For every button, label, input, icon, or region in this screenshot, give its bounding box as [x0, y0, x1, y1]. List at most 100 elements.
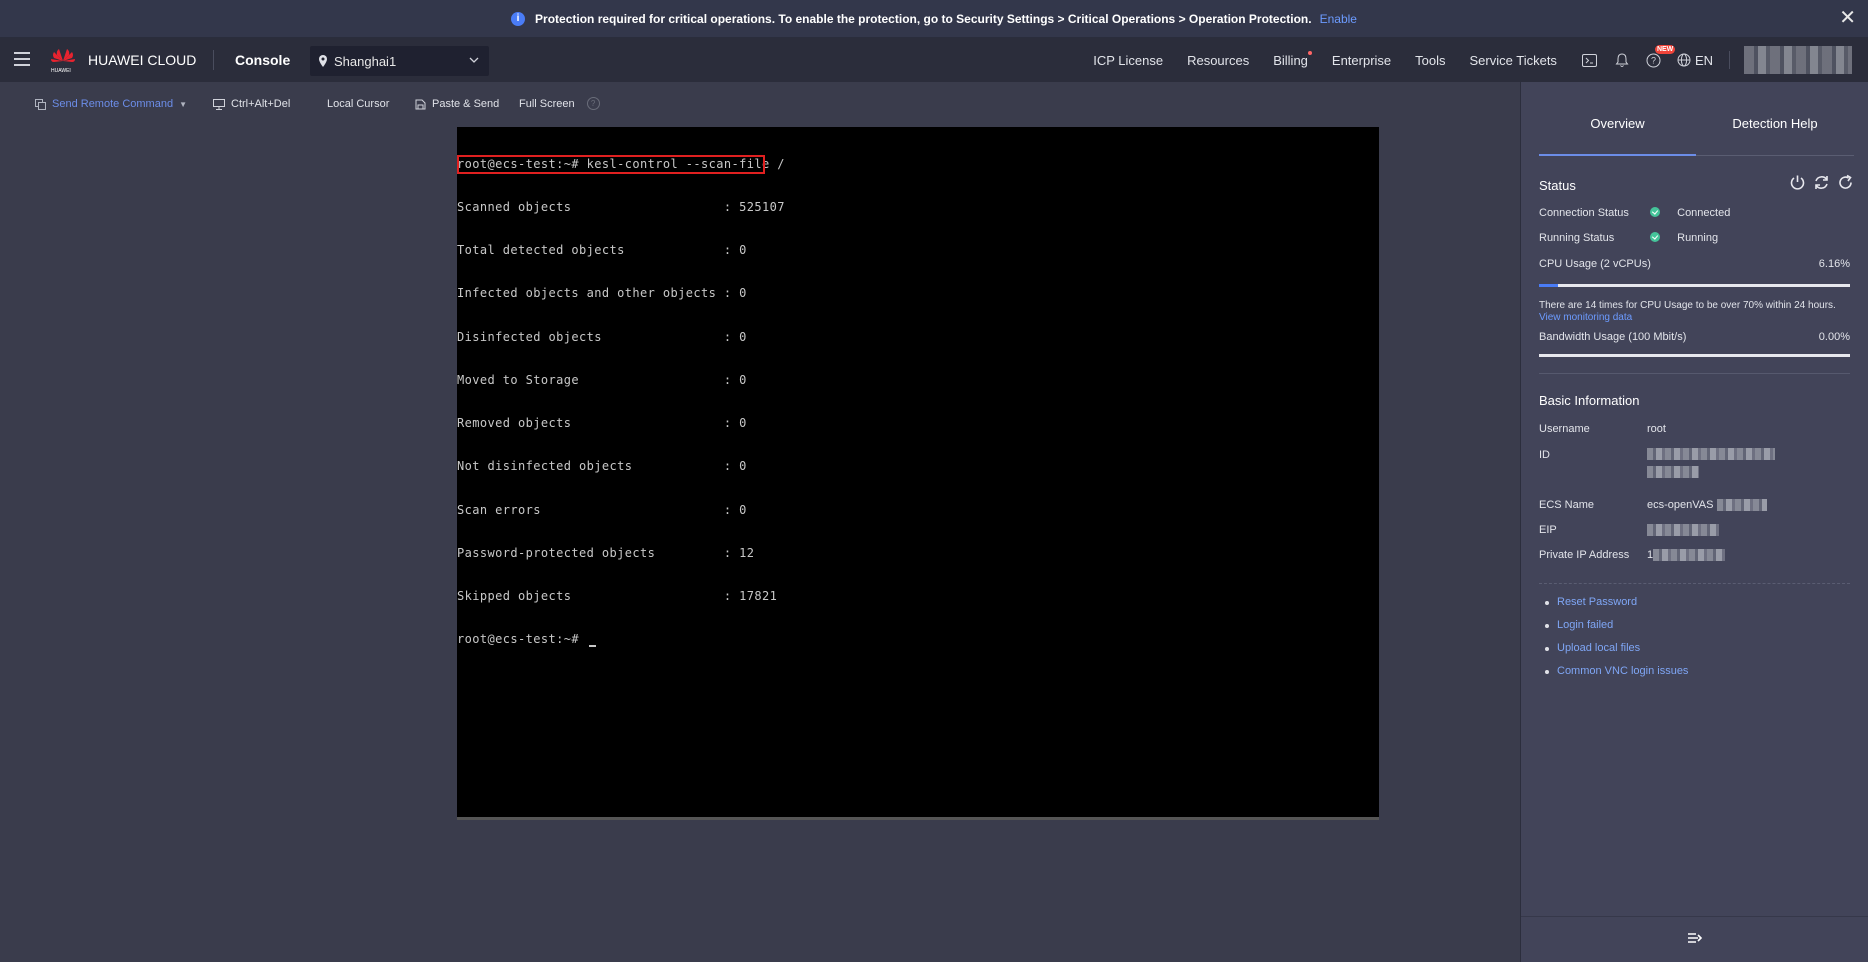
paste-send-label: Paste & Send — [432, 98, 500, 110]
ctrl-alt-del-label: Ctrl+Alt+Del — [231, 98, 291, 110]
menu-icon[interactable] — [14, 52, 30, 66]
language-label: EN — [1694, 52, 1713, 68]
notice-text: Protection required for critical operati… — [535, 11, 1312, 26]
chevron-down-icon — [469, 57, 479, 63]
ecs-name-value: ecs-openVAS — [1647, 499, 1767, 512]
nav-icp-license[interactable]: ICP License — [1093, 53, 1163, 68]
terminal-line: Disinfected objects : 0 — [457, 329, 747, 344]
vnc-terminal[interactable]: root@ecs-test:~# kesl-control --scan-fil… — [457, 127, 1379, 820]
nav-tools[interactable]: Tools — [1415, 53, 1445, 68]
cloud-shell-icon[interactable] — [1581, 51, 1599, 69]
region-selector[interactable]: Shanghai1 — [310, 46, 489, 76]
terminal-prompt-line: root@ecs-test:~# — [457, 632, 785, 647]
power-icon[interactable] — [1789, 174, 1806, 196]
bell-icon[interactable] — [1613, 51, 1631, 69]
reset-password-link[interactable]: Reset Password — [1545, 596, 1688, 608]
paste-icon — [415, 99, 426, 109]
running-status-label: Running Status — [1539, 232, 1615, 244]
cpu-usage-bar — [1539, 284, 1850, 287]
basic-info-title: Basic Information — [1539, 393, 1640, 408]
section-divider — [1539, 373, 1850, 374]
close-icon[interactable]: ✕ — [1839, 8, 1856, 28]
full-screen-button[interactable]: Full Screen ? — [519, 97, 600, 110]
help-links: Reset Password Login failed Upload local… — [1545, 596, 1688, 688]
notification-dot — [1307, 50, 1312, 55]
monitor-icon — [213, 98, 225, 110]
console-link[interactable]: Console — [235, 52, 290, 68]
status-actions — [1782, 174, 1854, 196]
nav-enterprise[interactable]: Enterprise — [1332, 53, 1391, 68]
cpu-usage-label: CPU Usage (2 vCPUs) — [1539, 258, 1651, 270]
terminal-line: Infected objects and other objects : 0 — [457, 286, 747, 301]
caret-down-icon: ▼ — [179, 99, 187, 109]
location-pin-icon — [319, 55, 327, 67]
terminal-prompt: root@ecs-test:~# — [457, 632, 587, 647]
region-name: Shanghai1 — [334, 53, 397, 69]
login-failed-link[interactable]: Login failed — [1545, 619, 1688, 631]
username-value: root — [1647, 423, 1666, 435]
language-selector[interactable]: EN — [1677, 53, 1713, 68]
redacted-block — [1647, 524, 1719, 537]
info-icon: i — [511, 11, 526, 26]
id-value-redacted — [1647, 448, 1775, 479]
redacted-block — [1647, 466, 1699, 479]
side-panel: Overview Detection Help Status Connectio… — [1520, 82, 1868, 962]
local-cursor-button[interactable]: Local Cursor — [327, 98, 389, 110]
bandwidth-usage-bar — [1539, 354, 1850, 357]
nav-billing[interactable]: Billing — [1273, 50, 1312, 68]
panel-footer — [1521, 916, 1868, 962]
username-label: Username — [1539, 423, 1590, 435]
redacted-block — [1647, 448, 1775, 461]
terminal-line: Skipped objects : 17821 — [457, 589, 778, 603]
tab-overview[interactable]: Overview — [1539, 116, 1696, 131]
active-tab-indicator — [1539, 154, 1696, 156]
header-nav: ICP License Resources Billing Enterprise… — [1093, 38, 1868, 82]
redacted-block — [1716, 499, 1767, 512]
redacted-block — [1653, 549, 1726, 562]
restart-icon[interactable] — [1813, 174, 1830, 196]
account-name-redacted[interactable] — [1744, 46, 1852, 74]
terminal-line: Scanned objects : 525107 — [457, 200, 785, 215]
terminal-line: Moved to Storage : 0 — [457, 372, 747, 387]
status-title: Status — [1539, 178, 1576, 193]
bandwidth-usage-row: Bandwidth Usage (100 Mbit/s) 0.00% — [1539, 331, 1850, 343]
help-icon[interactable]: ? NEW — [1645, 45, 1676, 69]
terminal-output: root@ecs-test:~# kesl-control --scan-fil… — [457, 128, 785, 675]
collapse-panel-icon[interactable] — [1687, 931, 1703, 949]
nav-billing-label: Billing — [1273, 52, 1308, 68]
paste-send-button[interactable]: Paste & Send — [415, 98, 499, 110]
nav-resources[interactable]: Resources — [1187, 53, 1249, 68]
terminal-line: Total detected objects : 0 — [457, 243, 747, 258]
vnc-login-issues-link[interactable]: Common VNC login issues — [1545, 665, 1688, 677]
send-remote-command-label: Send Remote Command — [52, 98, 174, 110]
nav-service-tickets[interactable]: Service Tickets — [1470, 53, 1557, 68]
top-header: HUAWEI HUAWEI CLOUD Console Shanghai1 IC… — [0, 38, 1868, 82]
ctrl-alt-del-button[interactable]: Ctrl+Alt+Del — [213, 98, 290, 110]
eip-label: EIP — [1539, 524, 1557, 536]
id-label: ID — [1539, 449, 1550, 461]
local-cursor-label: Local Cursor — [327, 98, 390, 110]
new-badge: NEW — [1654, 45, 1676, 54]
refresh-icon[interactable] — [1837, 174, 1854, 196]
bandwidth-usage-value: 0.00% — [1818, 331, 1850, 343]
brand-name[interactable]: HUAWEI CLOUD — [88, 52, 196, 68]
tab-detection-help[interactable]: Detection Help — [1696, 116, 1854, 131]
running-status-row: Running Status Running — [1539, 232, 1718, 244]
send-remote-command-button[interactable]: Send Remote Command ▼ — [35, 98, 187, 110]
cpu-usage-note: There are 14 times for CPU Usage to be o… — [1539, 300, 1850, 324]
cpu-note-text: There are 14 times for CPU Usage to be o… — [1539, 300, 1836, 311]
running-status-value: Running — [1677, 232, 1719, 244]
ecs-name-text: ecs-openVAS — [1647, 499, 1714, 511]
globe-icon — [1677, 53, 1691, 67]
view-monitoring-link[interactable]: View monitoring data — [1539, 312, 1632, 323]
private-ip-value: 1 — [1647, 549, 1726, 562]
upload-local-files-link[interactable]: Upload local files — [1545, 642, 1688, 654]
enable-link[interactable]: Enable — [1320, 12, 1357, 26]
dashed-divider — [1539, 583, 1850, 584]
svg-text:?: ? — [1651, 55, 1656, 65]
bandwidth-usage-label: Bandwidth Usage (100 Mbit/s) — [1539, 331, 1687, 343]
cpu-usage-row: CPU Usage (2 vCPUs) 6.16% — [1539, 258, 1850, 270]
panel-tabs: Overview Detection Help — [1539, 82, 1854, 156]
help-circle-icon[interactable]: ? — [586, 97, 600, 110]
logo-text: HUAWEI — [51, 68, 71, 74]
